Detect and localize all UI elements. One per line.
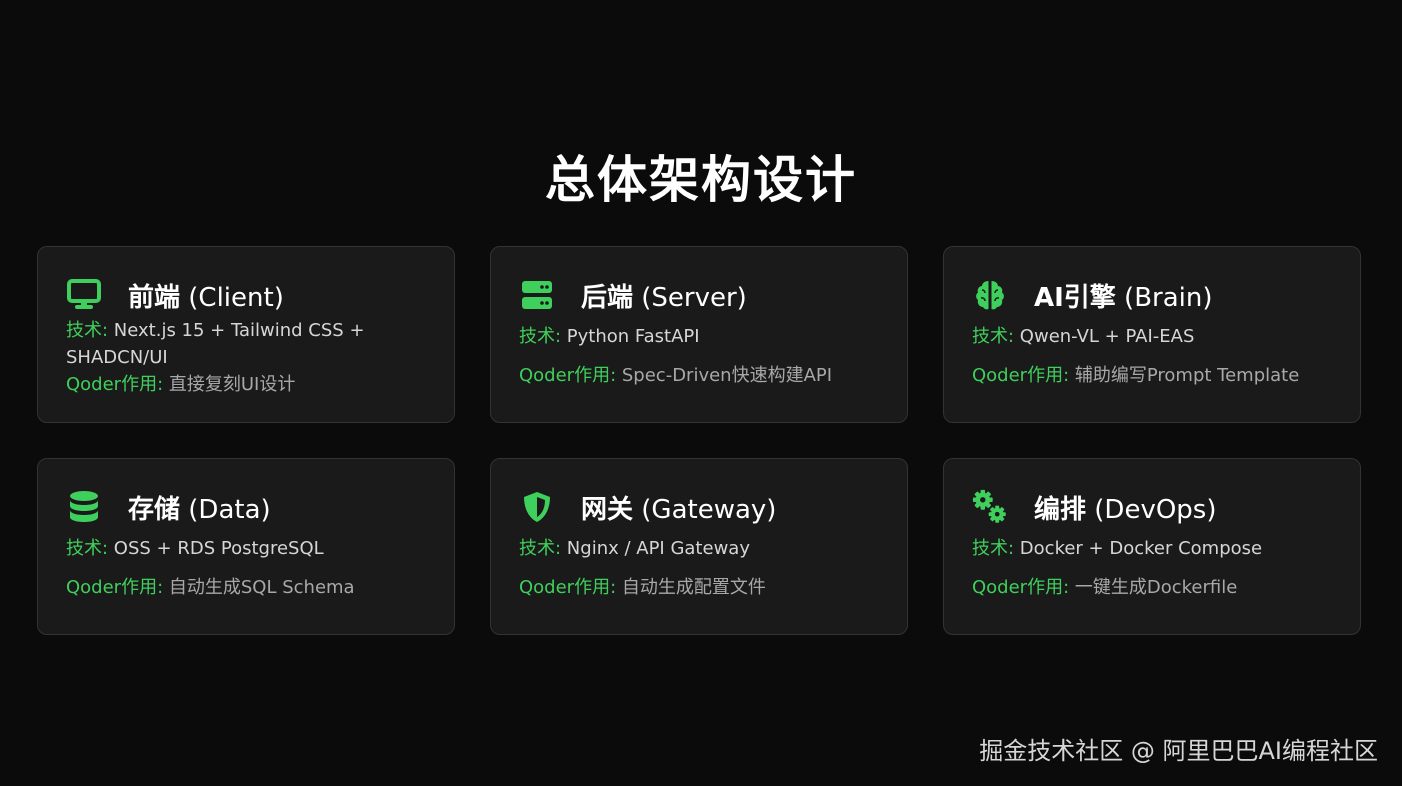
role-label: Qoder作用: [972, 577, 1070, 598]
brain-icon [972, 277, 1008, 313]
card-header: 网关 (Gateway) [519, 487, 887, 527]
card-body: 技术: Docker + Docker Compose Qoder作用: 一键生… [972, 535, 1340, 601]
card-header: 存储 (Data) [66, 487, 434, 527]
database-icon [66, 489, 102, 525]
card-header: 后端 (Server) [519, 275, 887, 315]
tech-value: Nginx / API Gateway [561, 538, 750, 559]
shield-icon [519, 489, 555, 525]
role-label: Qoder作用: [972, 365, 1070, 386]
card-client: 前端 (Client) 技术: Next.js 15 + Tailwind CS… [37, 246, 455, 423]
tech-label: 技术: [519, 326, 562, 347]
role-value: 一键生成Dockerfile [1069, 577, 1238, 598]
tech-line: 技术: Docker + Docker Compose [972, 535, 1340, 562]
tech-line: 技术: Next.js 15 + Tailwind CSS + SHADCN/U… [66, 317, 434, 371]
card-title: 存储 (Data) [128, 494, 271, 525]
tech-label: 技术: [972, 326, 1015, 347]
server-icon [519, 277, 555, 313]
tech-value: Next.js 15 + Tailwind CSS + SHADCN/UI [66, 320, 365, 368]
tech-line: 技术: Python FastAPI [519, 323, 887, 350]
role-line: Qoder作用: 辅助编写Prompt Template [972, 362, 1340, 389]
card-header: 编排 (DevOps) [972, 487, 1340, 527]
card-header: AI引擎 (Brain) [972, 275, 1340, 315]
monitor-icon [66, 277, 102, 313]
card-server: 后端 (Server) 技术: Python FastAPI Qoder作用: … [490, 246, 908, 423]
tech-value: Docker + Docker Compose [1014, 538, 1263, 559]
tech-label: 技术: [66, 320, 109, 341]
role-label: Qoder作用: [66, 577, 164, 598]
tech-label: 技术: [972, 538, 1015, 559]
role-value: 自动生成配置文件 [616, 577, 766, 598]
card-body: 技术: Qwen-VL + PAI-EAS Qoder作用: 辅助编写Promp… [972, 323, 1340, 389]
role-label: Qoder作用: [519, 365, 617, 386]
card-title: 前端 (Client) [128, 282, 284, 313]
card-body: 技术: Python FastAPI Qoder作用: Spec-Driven快… [519, 323, 887, 389]
card-title: 网关 (Gateway) [581, 494, 777, 525]
role-line: Qoder作用: 直接复刻UI设计 [66, 371, 434, 398]
tech-line: 技术: Qwen-VL + PAI-EAS [972, 323, 1340, 350]
card-body: 技术: OSS + RDS PostgreSQL Qoder作用: 自动生成SQ… [66, 535, 434, 601]
page-title: 总体架构设计 [545, 151, 857, 209]
role-value: Spec-Driven快速构建API [616, 365, 833, 386]
card-title: AI引擎 (Brain) [1034, 282, 1213, 313]
tech-value: Qwen-VL + PAI-EAS [1014, 326, 1195, 347]
role-value: 辅助编写Prompt Template [1069, 365, 1300, 386]
card-title: 后端 (Server) [581, 282, 747, 313]
role-value: 自动生成SQL Schema [163, 577, 355, 598]
tech-line: 技术: Nginx / API Gateway [519, 535, 887, 562]
gears-icon [972, 489, 1008, 525]
role-line: Qoder作用: 自动生成配置文件 [519, 574, 887, 601]
architecture-grid: 前端 (Client) 技术: Next.js 15 + Tailwind CS… [37, 246, 1361, 635]
tech-value: Python FastAPI [561, 326, 700, 347]
card-title: 编排 (DevOps) [1034, 494, 1217, 525]
footer-watermark: 掘金技术社区 @ 阿里巴巴AI编程社区 [979, 737, 1378, 765]
card-header: 前端 (Client) [66, 275, 434, 315]
card-body: 技术: Next.js 15 + Tailwind CSS + SHADCN/U… [66, 317, 434, 398]
tech-value: OSS + RDS PostgreSQL [108, 538, 324, 559]
card-brain: AI引擎 (Brain) 技术: Qwen-VL + PAI-EAS Qoder… [943, 246, 1361, 423]
role-label: Qoder作用: [66, 374, 164, 395]
card-gateway: 网关 (Gateway) 技术: Nginx / API Gateway Qod… [490, 458, 908, 635]
role-line: Qoder作用: 自动生成SQL Schema [66, 574, 434, 601]
role-value: 直接复刻UI设计 [163, 374, 296, 395]
tech-label: 技术: [66, 538, 109, 559]
card-data: 存储 (Data) 技术: OSS + RDS PostgreSQL Qoder… [37, 458, 455, 635]
role-line: Qoder作用: 一键生成Dockerfile [972, 574, 1340, 601]
card-devops: 编排 (DevOps) 技术: Docker + Docker Compose … [943, 458, 1361, 635]
role-line: Qoder作用: Spec-Driven快速构建API [519, 362, 887, 389]
tech-label: 技术: [519, 538, 562, 559]
card-body: 技术: Nginx / API Gateway Qoder作用: 自动生成配置文… [519, 535, 887, 601]
role-label: Qoder作用: [519, 577, 617, 598]
tech-line: 技术: OSS + RDS PostgreSQL [66, 535, 434, 562]
